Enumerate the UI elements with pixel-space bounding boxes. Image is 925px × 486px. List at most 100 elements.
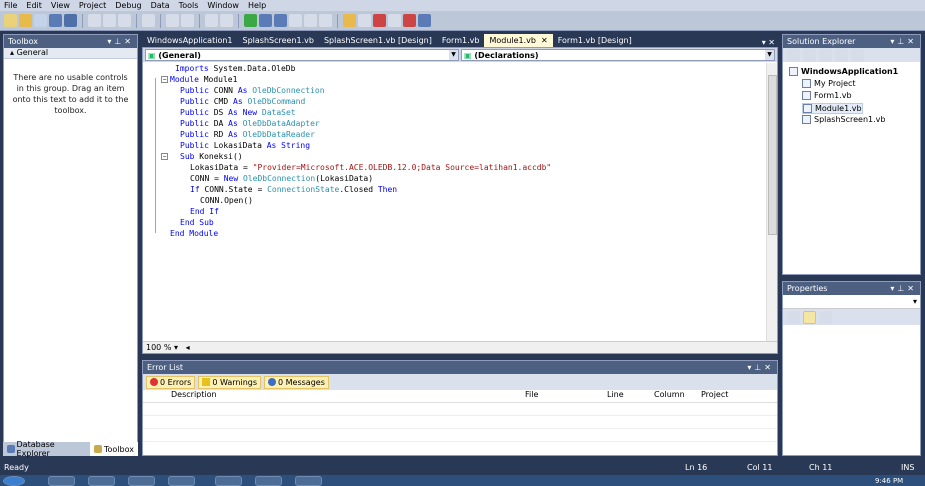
solution-explorer-icon[interactable] xyxy=(343,14,356,27)
code-line[interactable]: Imports System.Data.OleDb xyxy=(175,63,295,74)
redo-icon[interactable] xyxy=(220,14,233,27)
collapse-region-icon[interactable]: − xyxy=(161,76,168,83)
collapse-region-icon[interactable]: − xyxy=(161,153,168,160)
taskbar-app-button[interactable] xyxy=(215,476,242,486)
panel-pin-close-icon[interactable]: ▾⊥✕ xyxy=(890,284,920,293)
taskbar-app-button[interactable] xyxy=(255,476,282,486)
menu-tools[interactable]: Tools xyxy=(179,1,199,10)
code-line[interactable]: CONN.Open() xyxy=(200,195,253,206)
tab-form1-vb[interactable]: Form1.vb xyxy=(437,34,485,47)
start-page-icon[interactable] xyxy=(418,14,431,27)
menu-edit[interactable]: Edit xyxy=(26,1,42,10)
taskbar-app-button[interactable] xyxy=(295,476,322,486)
project-node[interactable]: WindowsApplication1 xyxy=(789,67,898,76)
code-line[interactable]: Module Module1 xyxy=(170,74,237,85)
method-name-dropdown[interactable]: ▣ (Declarations) ▼ xyxy=(461,49,775,61)
warnings-filter-button[interactable]: 0 Warnings xyxy=(198,375,262,389)
stop-icon[interactable] xyxy=(274,14,287,27)
tab-splashscreen1-vb[interactable]: SplashScreen1.vb xyxy=(238,34,319,47)
show-all-files-icon[interactable] xyxy=(803,48,816,62)
pause-icon[interactable] xyxy=(259,14,272,27)
view-code-icon[interactable] xyxy=(835,48,848,62)
tab-database-explorer[interactable]: Database Explorer xyxy=(3,440,90,458)
toolbox-group-header[interactable]: ▴ General xyxy=(4,48,137,59)
menu-debug[interactable]: Debug xyxy=(115,1,141,10)
add-item-icon[interactable] xyxy=(34,14,47,27)
undo-icon[interactable] xyxy=(205,14,218,27)
object-browser-icon[interactable] xyxy=(373,14,386,27)
code-area[interactable]: Imports System.Data.OleDb Module Module1 P… xyxy=(143,63,766,343)
copy-icon[interactable] xyxy=(103,14,116,27)
panel-pin-close-icon[interactable]: ▾⊥✕ xyxy=(107,37,137,46)
panel-pin-close-icon[interactable]: ▾⊥✕ xyxy=(747,363,777,372)
paste-icon[interactable] xyxy=(118,14,131,27)
tab-module1-vb[interactable]: Module1.vb ✕ xyxy=(484,34,553,47)
errors-filter-button[interactable]: 0 Errors xyxy=(146,375,196,389)
tab-windowsapplication1[interactable]: WindowsApplication1 xyxy=(142,34,238,47)
save-all-icon[interactable] xyxy=(64,14,77,27)
tab-list-dropdown-icon[interactable]: ▾ ✕ xyxy=(762,38,778,47)
toolbox-icon[interactable] xyxy=(388,14,401,27)
vertical-scrollbar[interactable] xyxy=(766,63,777,343)
class-name-dropdown[interactable]: ▣ (General) ▼ xyxy=(145,49,459,61)
code-line[interactable]: Sub Koneksi() xyxy=(180,151,243,162)
code-editor[interactable]: ▣ (General) ▼ ▣ (Declarations) ▼ Imports S… xyxy=(142,47,778,354)
comment-icon[interactable] xyxy=(166,14,179,27)
messages-filter-button[interactable]: 0 Messages xyxy=(264,375,329,389)
tab-splashscreen1-design[interactable]: SplashScreen1.vb [Design] xyxy=(319,34,437,47)
code-line[interactable]: End Sub xyxy=(180,217,214,228)
categorized-icon[interactable] xyxy=(787,310,800,324)
close-tab-icon[interactable]: ✕ xyxy=(541,36,548,45)
tab-form1-design[interactable]: Form1.vb [Design] xyxy=(553,34,637,47)
menu-project[interactable]: Project xyxy=(79,1,106,10)
code-line[interactable]: Public DS As New DataSet xyxy=(180,107,296,118)
column-project[interactable]: Project xyxy=(701,390,728,399)
tree-item-splashscreen1-vb[interactable]: SplashScreen1.vb xyxy=(802,115,885,124)
panel-pin-close-icon[interactable]: ▾⊥✕ xyxy=(890,37,920,46)
taskbar-app-button[interactable] xyxy=(48,476,75,486)
menu-data[interactable]: Data xyxy=(151,1,170,10)
open-file-icon[interactable] xyxy=(19,14,32,27)
start-debugging-icon[interactable] xyxy=(244,14,257,27)
menu-view[interactable]: View xyxy=(51,1,70,10)
tree-item-my-project[interactable]: My Project xyxy=(802,79,856,88)
code-line[interactable]: Public LokasiData As String xyxy=(180,140,310,151)
zoom-level[interactable]: 100 % xyxy=(146,343,171,352)
code-line[interactable]: Public RD As OleDbDataReader xyxy=(180,129,315,140)
menu-file[interactable]: File xyxy=(4,1,17,10)
error-list-icon[interactable] xyxy=(403,14,416,27)
uncomment-icon[interactable] xyxy=(181,14,194,27)
code-line[interactable]: Public CMD As OleDbCommand xyxy=(180,96,305,107)
start-button[interactable] xyxy=(3,476,25,486)
column-line[interactable]: Line xyxy=(607,390,624,399)
scroll-thumb[interactable] xyxy=(768,75,777,235)
alphabetical-icon[interactable] xyxy=(803,310,816,324)
code-line[interactable]: LokasiData = "Provider=Microsoft.ACE.OLE… xyxy=(190,162,551,173)
taskbar-app-button[interactable] xyxy=(168,476,195,486)
code-line[interactable]: CONN = New OleDbConnection(LokasiData) xyxy=(190,173,373,184)
tree-item-form1-vb[interactable]: Form1.vb xyxy=(802,91,852,100)
taskbar-app-button[interactable] xyxy=(88,476,115,486)
code-line[interactable]: Public CONN As OleDbConnection xyxy=(180,85,325,96)
properties-icon[interactable] xyxy=(787,48,800,62)
find-icon[interactable] xyxy=(142,14,155,27)
new-project-icon[interactable] xyxy=(4,14,17,27)
refresh-icon[interactable] xyxy=(819,48,832,62)
code-line[interactable]: Public DA As OleDbDataAdapter xyxy=(180,118,320,129)
menu-help[interactable]: Help xyxy=(248,1,266,10)
step-out-icon[interactable] xyxy=(319,14,332,27)
property-pages-icon[interactable] xyxy=(819,310,832,324)
code-line[interactable]: End If xyxy=(190,206,219,217)
menu-window[interactable]: Window xyxy=(207,1,239,10)
object-selector-dropdown[interactable]: ▾ xyxy=(783,295,920,309)
save-icon[interactable] xyxy=(49,14,62,27)
column-file[interactable]: File xyxy=(525,390,538,399)
step-icon[interactable] xyxy=(289,14,302,27)
properties-window-icon[interactable] xyxy=(358,14,371,27)
column-column[interactable]: Column xyxy=(654,390,685,399)
cut-icon[interactable] xyxy=(88,14,101,27)
code-line[interactable]: If CONN.State = ConnectionState.Closed T… xyxy=(190,184,397,195)
taskbar-app-button[interactable] xyxy=(128,476,155,486)
code-line[interactable]: End Module xyxy=(170,228,218,239)
tab-toolbox[interactable]: Toolbox xyxy=(90,442,138,456)
